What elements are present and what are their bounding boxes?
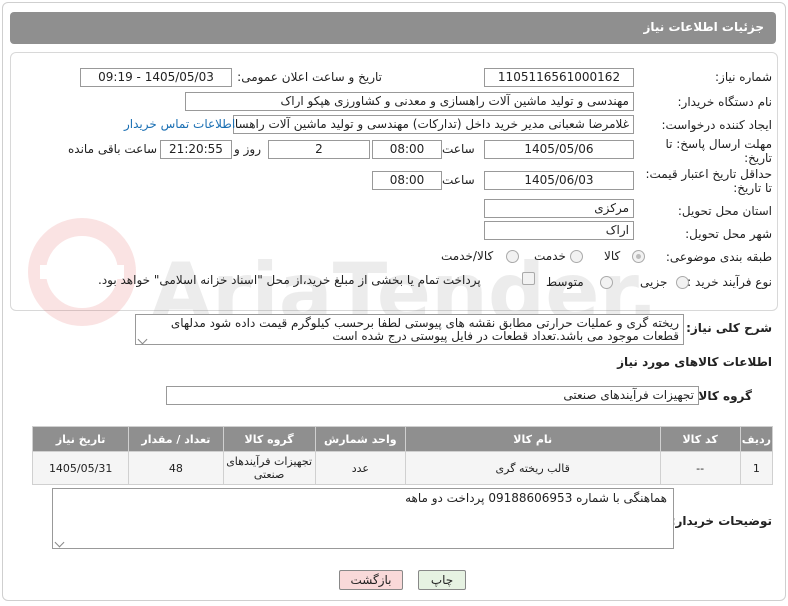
price-validity-time-label: ساعت bbox=[442, 173, 475, 187]
col-unit: واحد شمارش bbox=[314, 426, 406, 452]
table-header-row: ردیف کد کالا نام کالا واحد شمارش گروه کا… bbox=[31, 426, 774, 452]
buyer-contact-link[interactable]: اطلاعات تماس خریدار bbox=[124, 117, 235, 131]
buyer-notes-label: توضیحات خریدار: bbox=[670, 514, 772, 528]
need-number-field: 1105116561000162 bbox=[484, 68, 634, 87]
requester-label: ایجاد کننده درخواست: bbox=[661, 118, 772, 132]
page-title: جزئیات اطلاعات نیاز bbox=[643, 20, 764, 34]
table-row: 1 -- قالب ریخته گری عدد تجهیزات فرآیندها… bbox=[31, 451, 774, 485]
announce-date-field: 1405/05/03 - 09:19 bbox=[80, 68, 232, 87]
reply-days-field: 2 bbox=[268, 140, 370, 159]
buyer-org-label: نام دستگاه خریدار: bbox=[677, 95, 773, 109]
back-button[interactable]: بازگشت bbox=[339, 570, 403, 590]
category-option-goods: کالا bbox=[604, 249, 621, 263]
items-table: ردیف کد کالا نام کالا واحد شمارش گروه کا… bbox=[31, 426, 774, 485]
col-row-number: ردیف bbox=[739, 426, 774, 452]
cell-row-number: 1 bbox=[739, 451, 774, 485]
delivery-province-field: مرکزی bbox=[484, 199, 634, 218]
buyer-notes-textarea[interactable]: هماهنگی با شماره 09188606953 پرداخت دو م… bbox=[52, 488, 674, 549]
goods-info-title: اطلاعات کالاهای مورد نیاز bbox=[617, 355, 772, 369]
reply-deadline-time-field: 08:00 bbox=[372, 140, 442, 159]
price-validity-label-1: حداقل تاریخ اعتبار قیمت: bbox=[645, 167, 772, 181]
buyer-org-field: مهندسی و تولید ماشین آلات راهسازی و معدن… bbox=[185, 92, 634, 111]
process-option-minor: جزیی bbox=[640, 275, 668, 289]
category-radio-service[interactable] bbox=[570, 250, 583, 263]
treasury-note: پرداخت تمام یا بخشی از مبلغ خرید،از محل … bbox=[98, 273, 481, 287]
category-label: طبقه بندی موضوعی: bbox=[665, 250, 772, 264]
cell-quantity: 48 bbox=[128, 451, 224, 485]
category-radio-goods-service[interactable] bbox=[506, 250, 519, 263]
cell-item-name: قالب ریخته گری bbox=[404, 451, 661, 485]
cell-item-group: تجهیزات فرآیندهای صنعتی bbox=[222, 451, 316, 485]
description-textarea[interactable]: ریخته گری و عملیات حرارتی مطابق نقشه های… bbox=[135, 314, 684, 345]
category-radio-goods[interactable] bbox=[632, 250, 645, 263]
col-quantity: تعداد / مقدار bbox=[128, 426, 224, 452]
price-validity-date-field: 1405/06/03 bbox=[484, 171, 634, 190]
remaining-time-label: ساعت باقی مانده bbox=[68, 142, 158, 156]
process-option-medium: متوسط bbox=[546, 275, 584, 289]
cell-need-date: 1405/05/31 bbox=[31, 451, 130, 485]
reply-days-label: روز و bbox=[234, 142, 261, 156]
category-option-service: خدمت bbox=[534, 249, 566, 263]
need-number-label: شماره نیاز: bbox=[715, 70, 772, 84]
announce-date-label: تاریخ و ساعت اعلان عمومی: bbox=[237, 70, 382, 84]
process-type-label: نوع فرآیند خرید : bbox=[687, 275, 772, 289]
col-item-group: گروه کالا bbox=[222, 426, 316, 452]
delivery-city-label: شهر محل تحویل: bbox=[685, 227, 772, 241]
col-need-date: تاریخ نیاز bbox=[31, 426, 130, 452]
price-validity-time-field: 08:00 bbox=[372, 171, 442, 190]
cell-item-code: -- bbox=[659, 451, 741, 485]
goods-group-label: گروه کالا: bbox=[693, 389, 752, 403]
process-radio-minor[interactable] bbox=[676, 276, 689, 289]
cell-unit: عدد bbox=[314, 451, 406, 485]
delivery-city-field: اراک bbox=[484, 221, 634, 240]
description-label: شرح کلی نیاز: bbox=[686, 321, 772, 335]
col-item-name: نام کالا bbox=[404, 426, 661, 452]
reply-deadline-label-2: تاریخ: bbox=[744, 151, 772, 165]
reply-deadline-date-field: 1405/05/06 bbox=[484, 140, 634, 159]
treasury-checkbox[interactable] bbox=[522, 272, 535, 285]
page-header: جزئیات اطلاعات نیاز bbox=[10, 12, 776, 44]
col-item-code: کد کالا bbox=[659, 426, 741, 452]
remaining-time-field: 21:20:55 bbox=[160, 140, 232, 159]
reply-deadline-label-1: مهلت ارسال پاسخ: تا bbox=[665, 137, 772, 151]
reply-deadline-time-label: ساعت bbox=[442, 142, 475, 156]
goods-group-field: تجهیزات فرآیندهای صنعتی bbox=[166, 386, 699, 405]
requester-field: غلامرضا شعبانی مدیر خرید داخل (تدارکات) … bbox=[233, 115, 634, 134]
delivery-province-label: استان محل تحویل: bbox=[677, 204, 772, 218]
price-validity-label-2: تا تاریخ: bbox=[733, 181, 772, 195]
print-button[interactable]: چاپ bbox=[418, 570, 466, 590]
process-radio-medium[interactable] bbox=[600, 276, 613, 289]
category-option-goods-service: کالا/خدمت bbox=[441, 249, 494, 263]
